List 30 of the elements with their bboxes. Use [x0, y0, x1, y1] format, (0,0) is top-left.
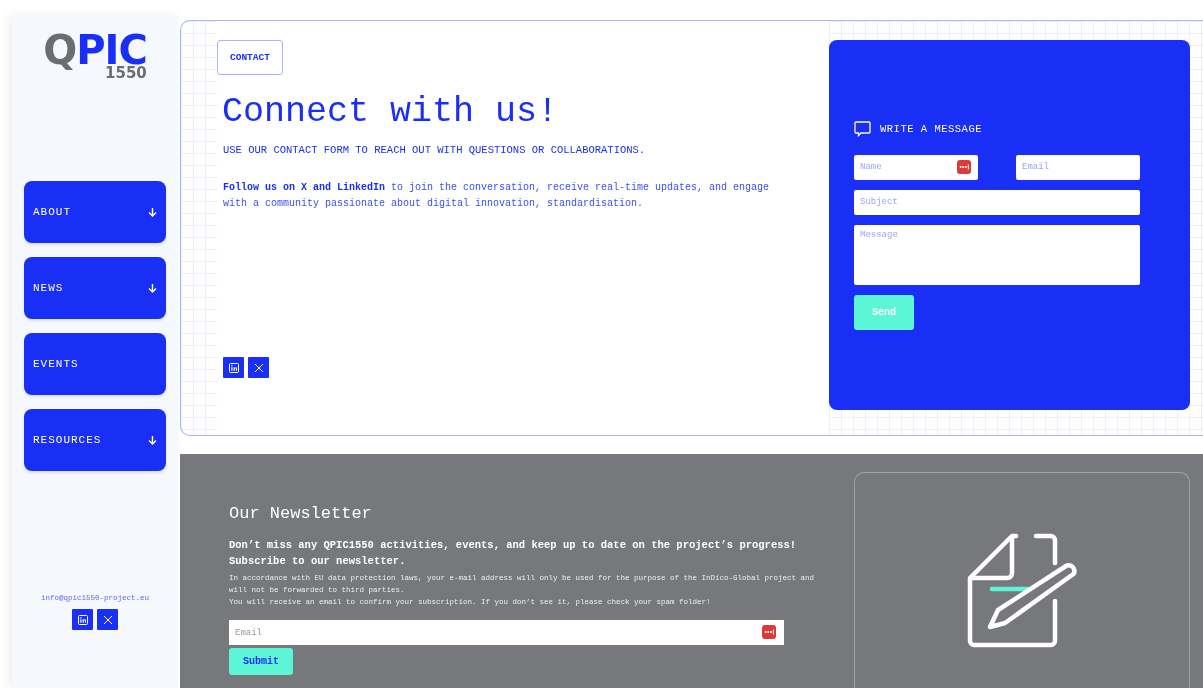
logo-number: 1550 — [105, 66, 147, 81]
email-field[interactable]: Email — [229, 620, 784, 645]
nav-button[interactable]: RESOURCES — [24, 409, 166, 471]
page-heading: Connect with us! — [222, 93, 559, 132]
dots-icon[interactable] — [762, 625, 776, 639]
linkedin-icon — [77, 614, 88, 625]
input-field[interactable]: Name — [854, 154, 978, 180]
section-tag: CONTACT — [217, 40, 283, 75]
x-icon — [102, 614, 113, 625]
linkedin-link[interactable] — [223, 357, 244, 378]
newsletter-heading: Our Newsletter — [229, 504, 373, 523]
linkedin-link[interactable] — [72, 609, 93, 630]
form-title: WRITE A MESSAGE — [880, 122, 982, 135]
newsletter-lead: Don’t miss any QPIC1550 activities, events, and keep up to date on the project’s progress! — [229, 539, 798, 551]
newsletter-cta: Subscribe to our newsletter. — [229, 555, 407, 567]
x-link[interactable] — [248, 357, 269, 378]
nav-button[interactable]: NEWS — [24, 257, 166, 319]
message-field[interactable]: Message — [854, 224, 1140, 285]
nav-button[interactable]: EVENTS — [24, 333, 166, 395]
x-icon — [253, 362, 264, 373]
intro-paragraph: Follow us on X and LinkedIn to join the conversation, receive real-time updates, and engage with a community passionate about digital innovation, standardisation. — [223, 180, 771, 211]
document-pen-icon — [966, 533, 1078, 648]
speech-bubble-icon — [854, 120, 871, 137]
x-link[interactable] — [97, 609, 118, 630]
submit-button[interactable]: Submit — [229, 648, 293, 675]
linkedin-icon — [228, 362, 239, 373]
input-field[interactable]: Subject — [854, 189, 1140, 215]
subheading: USE OUR CONTACT FORM TO REACH OUT WITH QUESTIONS OR COLLABORATIONS. — [223, 143, 646, 156]
nav-button[interactable]: ABOUT — [24, 181, 166, 243]
input-field[interactable]: Email — [1016, 154, 1140, 180]
